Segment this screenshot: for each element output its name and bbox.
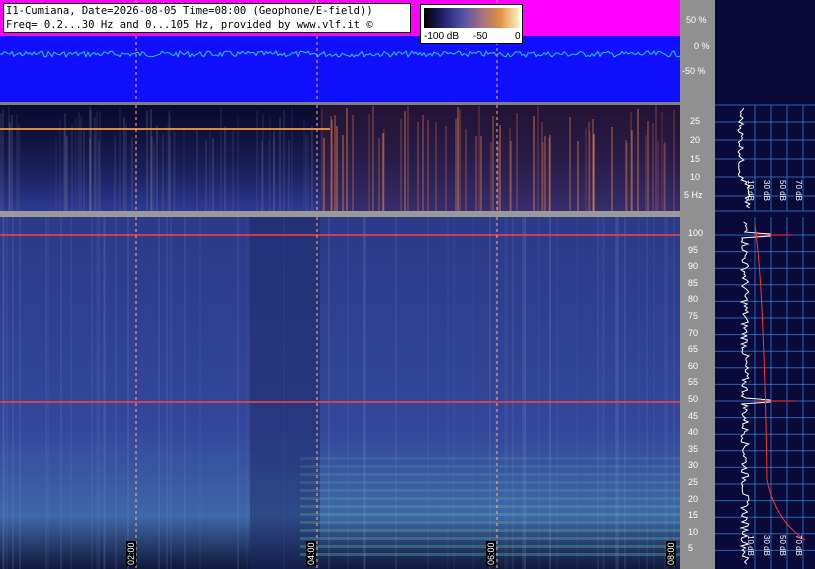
high-axis-label: 85 (688, 277, 699, 288)
profile-grid (715, 104, 815, 569)
station-info-box: I1-Cumiana, Date=2026-08-05 Time=08:00 (… (3, 3, 411, 33)
time-label-0200: 02:00 (126, 541, 136, 566)
high-frequency-spectrogram (0, 217, 680, 569)
spectrum-profile-chart (715, 104, 815, 569)
top-axis-label: 0 % (694, 41, 710, 51)
low-axis-label: 15 (690, 154, 701, 164)
high-axis-label: 70 (688, 327, 699, 338)
high-axis-label: 40 (688, 427, 699, 438)
low-axis-label: 20 (690, 135, 701, 145)
high-axis-label: 20 (688, 493, 699, 504)
frequency-axis: 50 % 0 % -50 % 25 20 15 10 5 Hz 100 95 90 8… (680, 0, 715, 569)
low-db-label: 50 dB (778, 180, 787, 201)
station-info-line1: I1-Cumiana, Date=2026-08-05 Time=08:00 (… (6, 5, 373, 17)
high-axis-label: 30 (688, 460, 699, 471)
high-axis-label: 80 (688, 294, 699, 305)
color-scale-max: 0 (515, 31, 521, 42)
vlf-monitor-window: I1-Cumiana, Date=2026-08-05 Time=08:00 (… (0, 0, 815, 569)
color-scale-gradient (424, 8, 519, 28)
color-scale-mid: -50 (473, 31, 488, 42)
time-label-0400: 04:00 (306, 541, 316, 566)
low-frequency-spectrogram (0, 105, 680, 211)
amplitude-trace (0, 50, 680, 59)
high-axis-label: 55 (688, 377, 699, 388)
high-axis-label: 5 (688, 543, 694, 554)
station-info-line2: Freq= 0.2...30 Hz and 0...105 Hz, provid… (6, 19, 373, 31)
spectrum-profile-panel: 10 dB 30 dB 50 dB 70 dB 10 dB 30 dB 50 d… (715, 0, 815, 569)
high-axis-label: 75 (688, 311, 699, 321)
top-axis-label: -50 % (682, 66, 706, 76)
high-db-label: 30 dB (762, 535, 771, 556)
color-scale-min: -100 dB (424, 31, 460, 42)
high-axis-label: 10 (688, 526, 699, 537)
high-axis-label: 15 (688, 510, 699, 521)
high-axis-label: 35 (688, 443, 699, 454)
high-db-label: 70 dB (794, 535, 803, 556)
low-axis-label: 5 Hz (684, 190, 703, 200)
low-db-label: 70 dB (794, 180, 803, 201)
low-axis-label: 10 (690, 172, 701, 182)
high-axis-label: 50 (688, 394, 699, 404)
low-spectrogram-canvas (0, 105, 680, 211)
high-db-label: 50 dB (778, 535, 787, 556)
high-axis-label: 60 (688, 360, 699, 371)
high-dark-band (250, 217, 320, 569)
time-label-0800: 08:00 (666, 541, 676, 566)
high-axis-label: 45 (688, 410, 699, 421)
high-axis-label: 90 (688, 261, 699, 272)
high-axis-label: 100 (688, 228, 704, 238)
high-db-label: 10 dB (746, 535, 755, 556)
low-db-label: 30 dB (762, 180, 771, 201)
time-label-0600: 06:00 (486, 541, 496, 566)
top-axis-label: 50 % (686, 15, 707, 25)
high-background-gradient (0, 217, 680, 569)
color-scale-legend: -100 dB -50 0 (420, 4, 523, 44)
high-spectrogram-canvas (0, 217, 680, 569)
noise-floor-curve (754, 224, 806, 541)
low-db-label: 10 dB (746, 180, 755, 201)
high-axis-label: 65 (688, 344, 699, 355)
high-axis-label: 95 (688, 244, 699, 255)
high-axis-label: 25 (688, 477, 699, 487)
low-axis-label: 25 (690, 116, 701, 126)
